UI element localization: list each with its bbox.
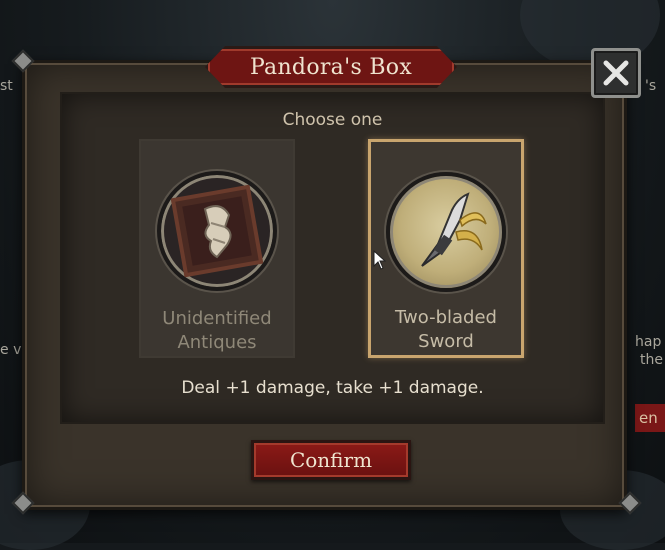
- dialog-title-plate: Pandora's Box: [205, 46, 457, 88]
- close-icon: [603, 60, 629, 86]
- dialog-title: Pandora's Box: [249, 54, 413, 80]
- close-button[interactable]: [591, 48, 641, 98]
- option-label-line: Antiques: [177, 332, 257, 353]
- confirm-button[interactable]: Confirm: [251, 440, 411, 480]
- background-text: the: [640, 352, 663, 368]
- antique-relic-icon: [157, 171, 277, 291]
- background-text: st: [0, 78, 13, 94]
- option-label-line: Two-bladed: [395, 307, 497, 328]
- option-card-two-bladed-sword[interactable]: Two-bladed Sword: [368, 139, 524, 358]
- choose-prompt: Choose one: [282, 110, 383, 130]
- background-text: e v: [0, 342, 22, 358]
- mouse-cursor-icon: [373, 250, 387, 270]
- background-button: en: [635, 404, 665, 432]
- two-bladed-sword-icon: [386, 172, 506, 292]
- option-label-line: Unidentified: [162, 308, 272, 329]
- option-label: Two-bladed Sword: [395, 306, 497, 354]
- option-card-unidentified-antiques[interactable]: Unidentified Antiques: [139, 139, 295, 358]
- effect-description: Deal +1 damage, take +1 damage.: [181, 378, 484, 398]
- background-text: 's: [645, 78, 657, 94]
- option-label-line: Sword: [418, 331, 474, 352]
- background-text: hap: [635, 334, 662, 350]
- option-label: Unidentified Antiques: [162, 307, 271, 355]
